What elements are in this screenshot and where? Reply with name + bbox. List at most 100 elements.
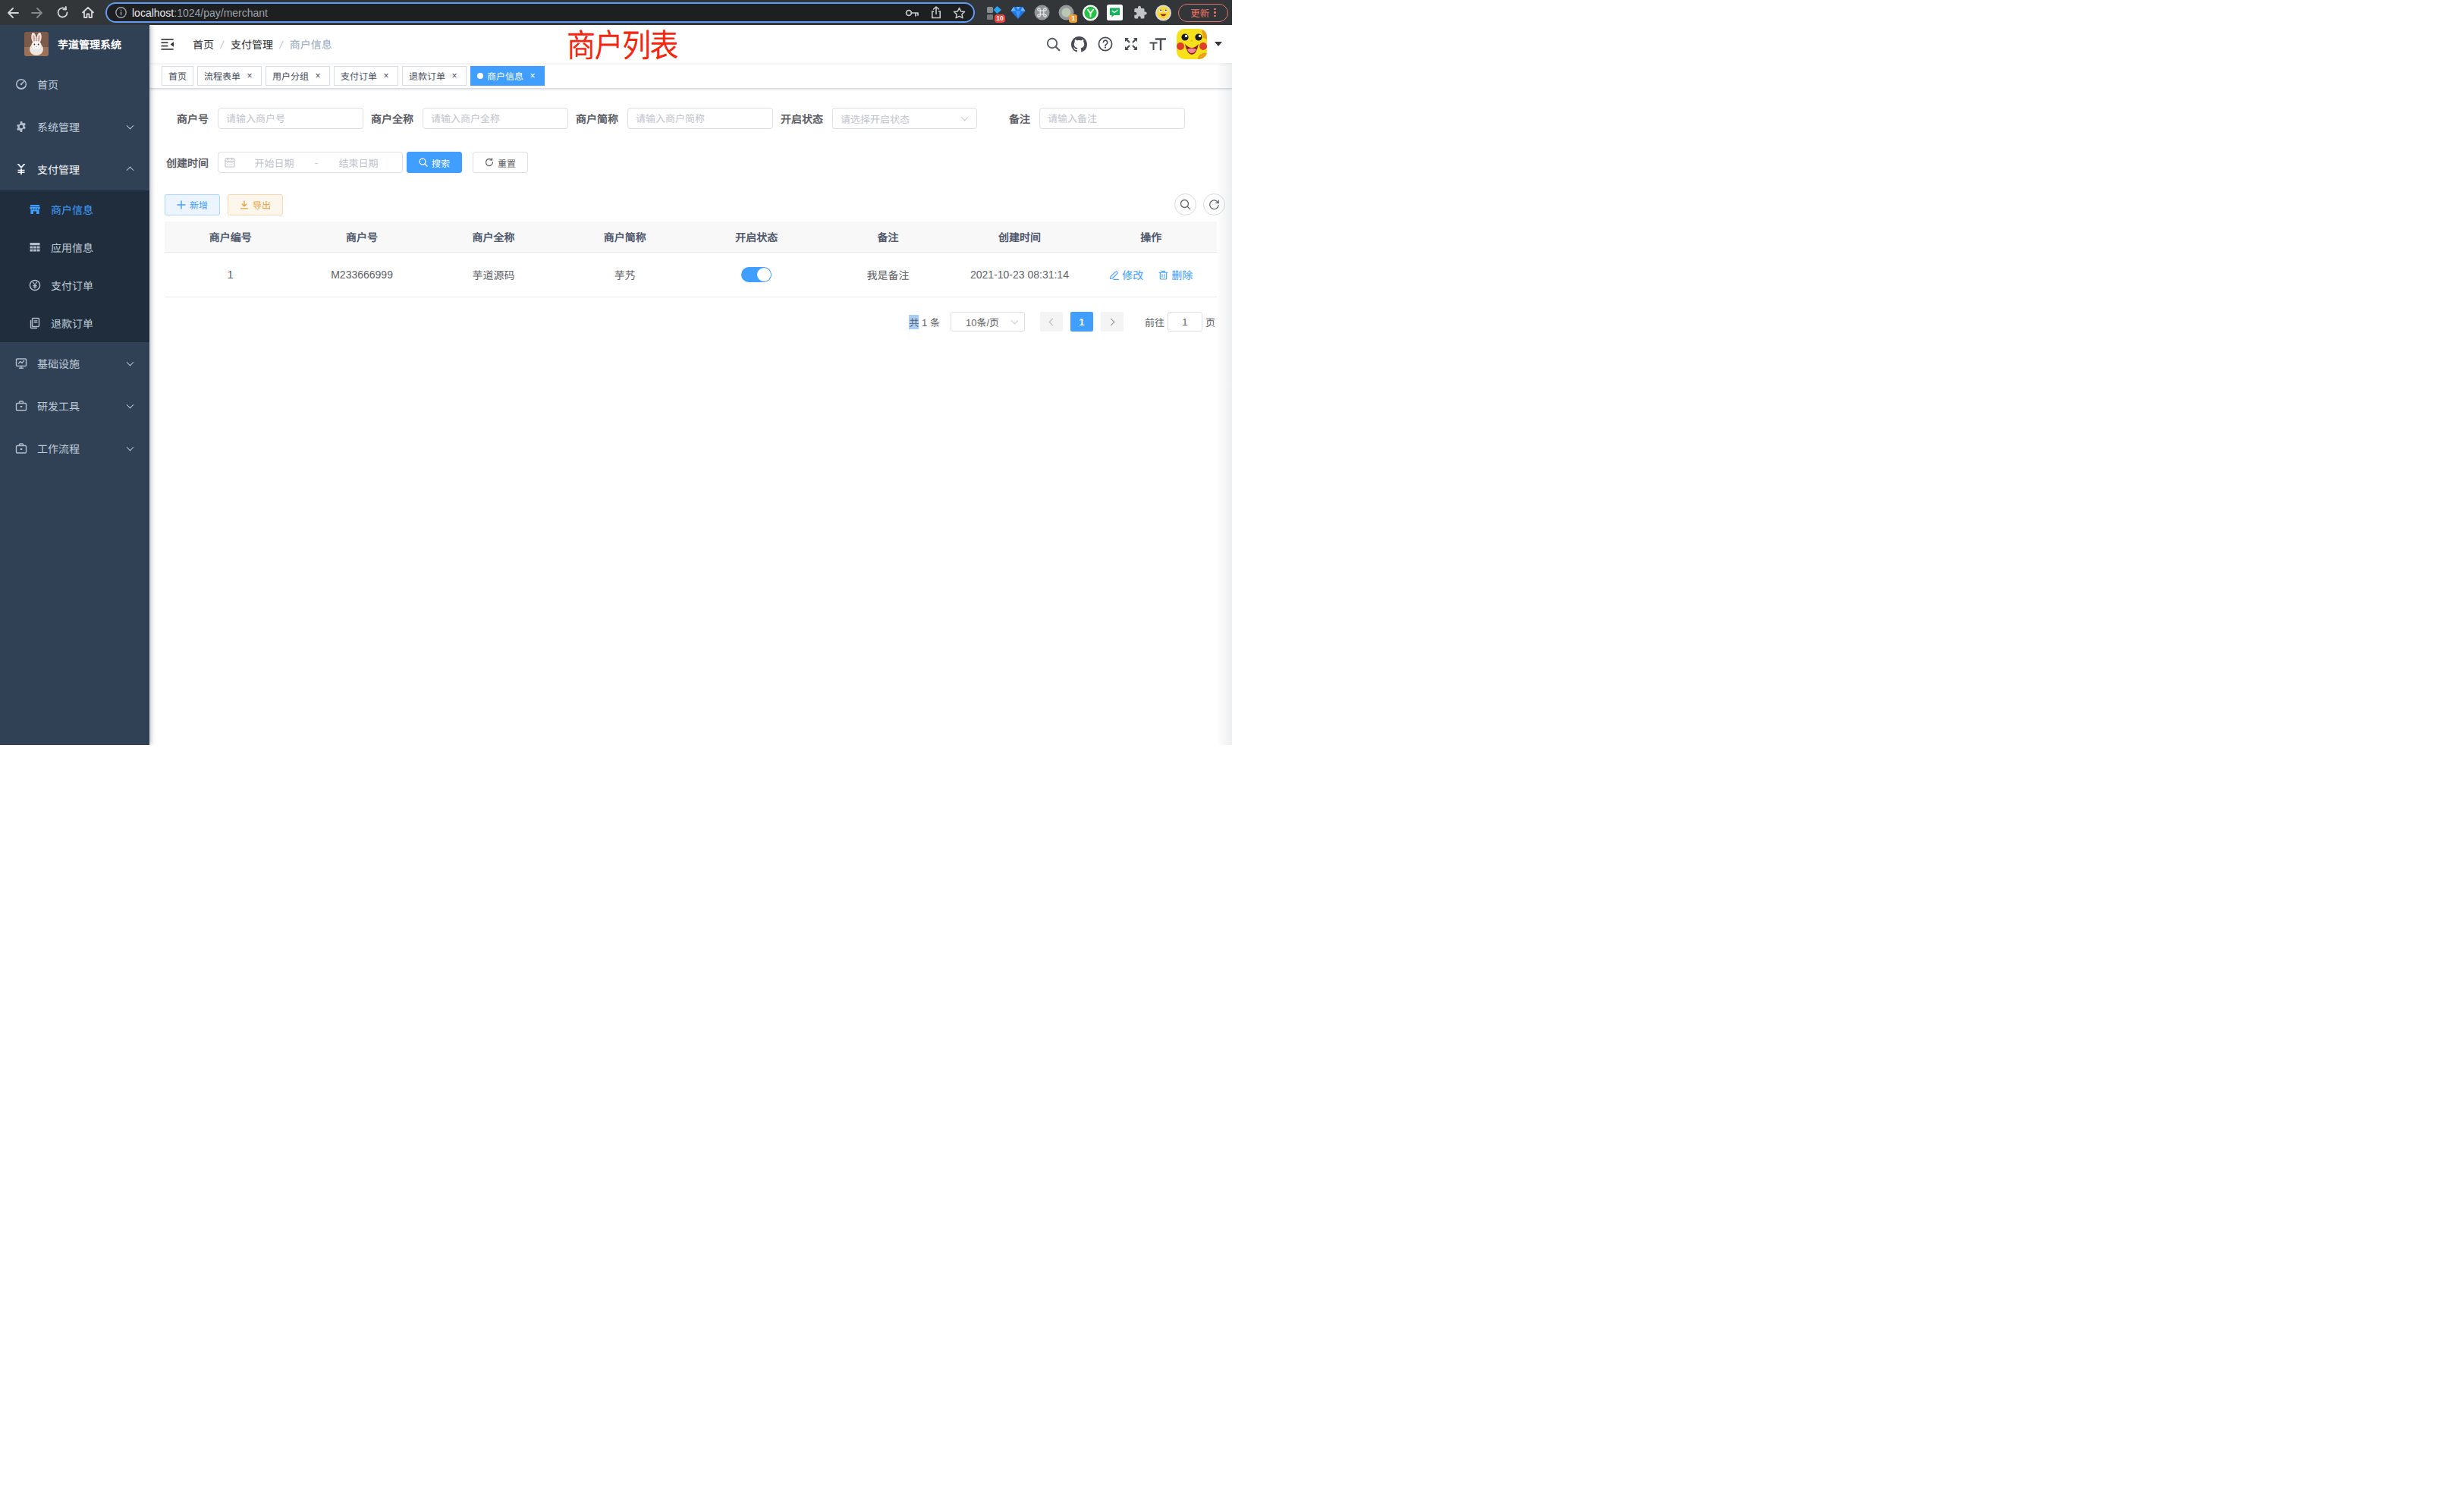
browser-reload-button[interactable] bbox=[50, 0, 75, 25]
user-avatar-menu[interactable] bbox=[1177, 29, 1232, 59]
browser-menu-kebab-icon[interactable] bbox=[1214, 8, 1216, 17]
jump-page-input[interactable] bbox=[1168, 312, 1202, 332]
extension-command-icon[interactable] bbox=[1034, 5, 1050, 20]
sidebar-item-system[interactable]: 系统管理 bbox=[0, 105, 149, 148]
remark-input[interactable] bbox=[1039, 108, 1185, 129]
extension-badge: 10 bbox=[995, 14, 1005, 23]
extension-badge: 1 bbox=[1069, 14, 1077, 23]
download-icon bbox=[240, 200, 249, 209]
extension-chat-icon[interactable] bbox=[1107, 5, 1123, 20]
merchant-no-input[interactable] bbox=[218, 108, 363, 129]
sidebar-logo[interactable]: 芋道管理系统 bbox=[0, 25, 149, 63]
header-fontsize-button[interactable] bbox=[1144, 25, 1171, 63]
page-size-select[interactable]: 10条/页 bbox=[951, 312, 1025, 332]
github-icon bbox=[1071, 36, 1087, 52]
date-end-placeholder[interactable]: 结束日期 bbox=[321, 156, 396, 170]
sidebar-item-workflow[interactable]: 工作流程 bbox=[0, 427, 149, 470]
share-icon[interactable] bbox=[931, 6, 941, 19]
sidebar-item-refund-order[interactable]: 退款订单 bbox=[0, 304, 149, 342]
tag-user-group[interactable]: 用户分组× bbox=[266, 66, 330, 86]
avatar bbox=[1177, 29, 1207, 59]
url-bar[interactable]: localhost:1024/pay/merchant bbox=[105, 2, 975, 23]
next-page-button[interactable] bbox=[1101, 312, 1124, 332]
close-icon[interactable]: × bbox=[244, 71, 255, 81]
prev-page-button[interactable] bbox=[1040, 312, 1063, 332]
chevron-down-icon bbox=[1011, 317, 1019, 325]
password-key-icon[interactable] bbox=[905, 8, 919, 17]
search-icon bbox=[1046, 37, 1061, 52]
col-short-name: 商户简称 bbox=[559, 229, 690, 244]
browser-update-button[interactable]: 更新 bbox=[1178, 4, 1228, 22]
close-icon[interactable]: × bbox=[527, 71, 538, 81]
extensions-puzzle-icon[interactable] bbox=[1131, 5, 1147, 20]
reset-button[interactable]: 重置 bbox=[473, 152, 528, 173]
page-info-icon[interactable] bbox=[115, 7, 127, 18]
header-github-button[interactable] bbox=[1066, 25, 1092, 63]
tag-process-form[interactable]: 流程表单× bbox=[197, 66, 262, 86]
extension-gem-icon[interactable] bbox=[1010, 5, 1026, 20]
home-icon bbox=[81, 6, 95, 19]
header-search-button[interactable] bbox=[1041, 25, 1066, 63]
sidebar-item-payment[interactable]: 支付管理 bbox=[0, 148, 149, 190]
sidebar-item-app-info[interactable]: 应用信息 bbox=[0, 228, 149, 266]
add-button[interactable]: 新增 bbox=[165, 194, 220, 215]
sidebar-item-merchant-info[interactable]: 商户信息 bbox=[0, 190, 149, 228]
search-button[interactable]: 搜索 bbox=[407, 152, 462, 173]
sidebar-item-label: 支付管理 bbox=[37, 162, 80, 177]
tag-merchant-info[interactable]: 商户信息× bbox=[470, 66, 545, 86]
sidebar-item-devtools[interactable]: 研发工具 bbox=[0, 385, 149, 427]
col-merchant-id: 商户编号 bbox=[165, 229, 296, 244]
refresh-table-button[interactable] bbox=[1203, 193, 1225, 215]
command-icon bbox=[1034, 5, 1050, 20]
font-size-icon bbox=[1149, 36, 1166, 52]
browser-home-button[interactable] bbox=[75, 0, 100, 25]
browser-back-button[interactable] bbox=[0, 0, 25, 25]
search-icon bbox=[419, 158, 428, 167]
back-arrow-icon bbox=[6, 7, 19, 19]
extension-emoji-icon[interactable] bbox=[1155, 5, 1171, 20]
sidebar-item-home[interactable]: 首页 bbox=[0, 63, 149, 105]
sidebar-toggle-button[interactable] bbox=[149, 25, 186, 63]
extension-yudao-icon[interactable] bbox=[1083, 5, 1098, 20]
sidebar-item-label: 退款订单 bbox=[51, 316, 93, 331]
header-fullscreen-button[interactable] bbox=[1118, 25, 1144, 63]
sidebar-item-infra[interactable]: 基础设施 bbox=[0, 342, 149, 385]
browser-forward-button[interactable] bbox=[25, 0, 50, 25]
status-label: 开启状态 bbox=[781, 111, 832, 126]
app-title: 芋道管理系统 bbox=[58, 36, 121, 52]
cell-status bbox=[691, 267, 822, 282]
breadcrumb-home[interactable]: 首页 bbox=[193, 36, 214, 52]
tag-home[interactable]: 首页 bbox=[162, 66, 193, 86]
bookmark-star-icon[interactable] bbox=[953, 7, 966, 19]
gem-icon bbox=[1010, 6, 1026, 20]
col-create-time: 创建时间 bbox=[954, 229, 1085, 244]
col-status: 开启状态 bbox=[691, 229, 822, 244]
header-docs-button[interactable] bbox=[1092, 25, 1118, 63]
cell-merchant-id: 1 bbox=[165, 269, 296, 281]
url-text[interactable]: localhost:1024/pay/merchant bbox=[132, 7, 268, 19]
extension-tabs-icon[interactable]: 10 bbox=[985, 5, 1001, 20]
sidebar-item-payment-order[interactable]: 支付订单 bbox=[0, 266, 149, 304]
extension-recorder-icon[interactable]: 1 bbox=[1058, 5, 1074, 20]
export-button[interactable]: 导出 bbox=[228, 194, 283, 215]
date-start-placeholder[interactable]: 开始日期 bbox=[237, 156, 312, 170]
question-circle-icon bbox=[1098, 36, 1113, 52]
full-name-input[interactable] bbox=[423, 108, 568, 129]
edit-link[interactable]: 修改 bbox=[1109, 267, 1143, 282]
hide-search-button[interactable] bbox=[1174, 193, 1196, 215]
close-icon[interactable]: × bbox=[381, 71, 391, 81]
short-name-input[interactable] bbox=[627, 108, 773, 129]
tag-payment-order[interactable]: 支付订单× bbox=[334, 66, 398, 86]
close-icon[interactable]: × bbox=[449, 71, 460, 81]
breadcrumb-payment[interactable]: 支付管理 bbox=[231, 36, 273, 52]
status-select[interactable]: 请选择开启状态 bbox=[832, 108, 977, 129]
delete-link[interactable]: 删除 bbox=[1158, 267, 1193, 282]
search-icon bbox=[1180, 199, 1191, 210]
status-toggle[interactable] bbox=[741, 267, 772, 282]
tag-refund-order[interactable]: 退款订单× bbox=[402, 66, 467, 86]
create-time-range-picker[interactable]: 开始日期 - 结束日期 bbox=[218, 152, 403, 173]
chevron-down-icon bbox=[127, 359, 134, 366]
close-icon[interactable]: × bbox=[313, 71, 323, 81]
page-number-1[interactable]: 1 bbox=[1070, 312, 1093, 332]
full-name-label: 商户全称 bbox=[371, 111, 423, 126]
